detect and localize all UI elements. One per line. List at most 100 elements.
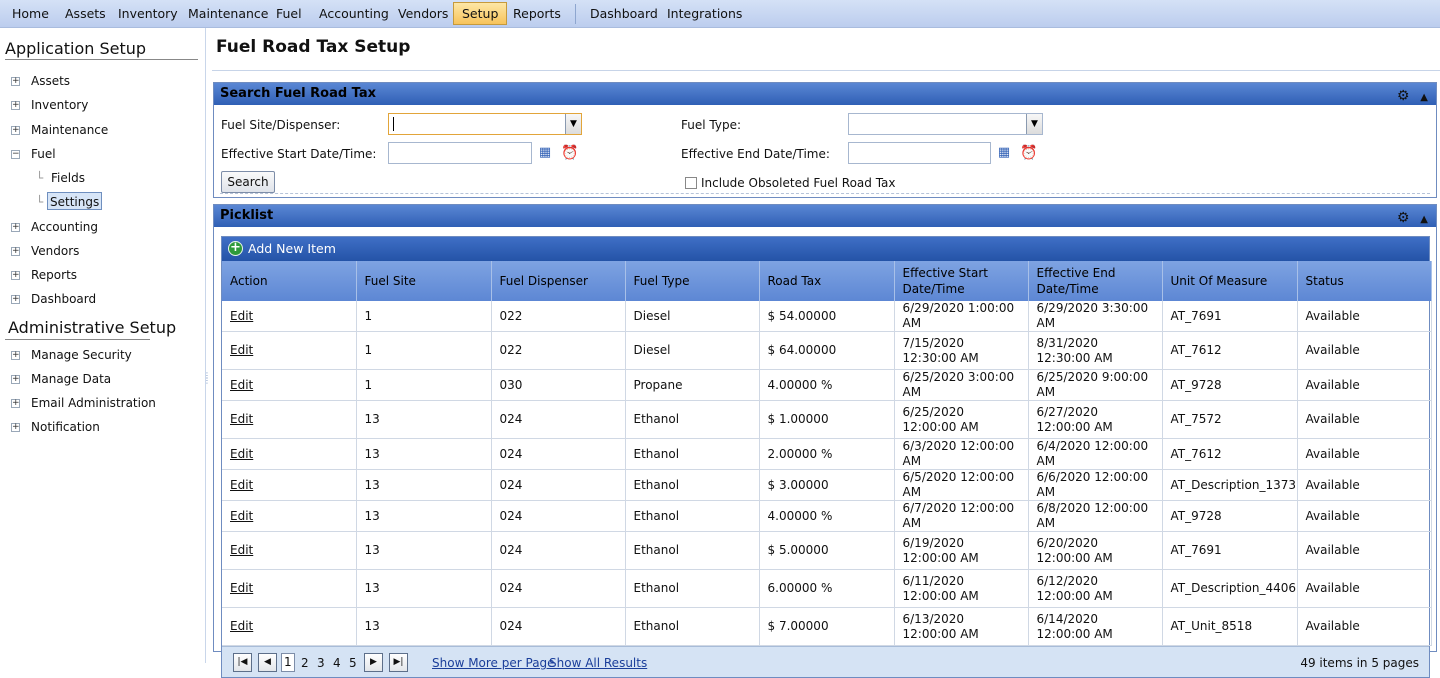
tree-item-notification[interactable]: Notification [31, 418, 100, 436]
menu-inventory[interactable]: Inventory [118, 3, 178, 25]
start-date-label: Effective Start Date/Time: [221, 147, 377, 161]
edit-link[interactable]: Edit [230, 343, 253, 357]
action-cell: Edit [222, 569, 357, 608]
tree-item-fuel[interactable]: Fuel [31, 145, 56, 163]
tree-item-manage-security[interactable]: Manage Security [31, 346, 132, 364]
expand-icon[interactable]: + [11, 271, 20, 280]
road-tax-cell: $ 54.00000 [759, 301, 895, 332]
search-panel: Search Fuel Road Tax ⚙ ▲ Fuel Site/Dispe… [213, 82, 1437, 198]
edit-link[interactable]: Edit [230, 581, 253, 595]
tree-item-manage-data[interactable]: Manage Data [31, 370, 111, 388]
clock-icon[interactable]: ⏰ [561, 145, 578, 161]
tree-item-reports[interactable]: Reports [31, 266, 77, 284]
road-tax-cell: 2.00000 % [759, 438, 895, 470]
splitter-handle[interactable]: ⋮ ⋮ [203, 372, 211, 393]
end-date-cell: 6/29/2020 3:30:00 AM [1028, 301, 1163, 332]
column-header[interactable]: Unit Of Measure [1162, 261, 1298, 301]
search-panel-title: Search Fuel Road Tax [220, 86, 377, 101]
expand-icon[interactable]: + [11, 351, 20, 360]
column-header[interactable]: Effective End Date/Time [1028, 261, 1163, 301]
unit-of-measure-cell: AT_7691 [1162, 531, 1298, 570]
add-new-item-label[interactable]: Add New Item [248, 241, 336, 256]
dropdown-arrow-icon[interactable]: ▼ [1026, 114, 1042, 134]
tree-item-email-administration[interactable]: Email Administration [31, 394, 156, 412]
menu-fuel[interactable]: Fuel [276, 3, 302, 25]
tree-item-settings[interactable]: Settings [47, 192, 103, 210]
clock-icon[interactable]: ⏰ [1020, 145, 1037, 161]
edit-link[interactable]: Edit [230, 378, 253, 392]
edit-link[interactable]: Edit [230, 447, 253, 461]
add-icon[interactable]: + [228, 241, 243, 256]
show-more-per-page-link[interactable]: Show More per Page [432, 656, 555, 670]
fuel-dispenser-cell: 030 [491, 369, 626, 401]
end-date-cell: 6/25/2020 9:00:00 AM [1028, 369, 1163, 401]
calendar-icon[interactable]: ▦ [537, 145, 553, 161]
menu-reports[interactable]: Reports [513, 3, 561, 25]
menu-maintenance[interactable]: Maintenance [188, 3, 269, 25]
expand-icon[interactable]: + [11, 423, 20, 432]
menu-accounting[interactable]: Accounting [319, 3, 389, 25]
expand-icon[interactable]: + [11, 101, 20, 110]
tree-item-inventory[interactable]: Inventory [31, 96, 88, 114]
fuel-dispenser-cell: 022 [491, 301, 626, 332]
column-header[interactable]: Status [1297, 261, 1432, 301]
start-date-input[interactable] [388, 142, 532, 164]
column-header[interactable]: Fuel Dispenser [491, 261, 626, 301]
edit-link[interactable]: Edit [230, 619, 253, 633]
edit-link[interactable]: Edit [230, 543, 253, 557]
page-number[interactable]: 3 [317, 656, 325, 670]
edit-link[interactable]: Edit [230, 509, 253, 523]
page-number[interactable]: 2 [301, 656, 309, 670]
show-all-results-link[interactable]: Show All Results [549, 656, 647, 670]
gear-icon[interactable]: ⚙ [1397, 88, 1410, 104]
fuel-dispenser-cell: 024 [491, 438, 626, 470]
menu-assets[interactable]: Assets [65, 3, 106, 25]
page-number[interactable]: 4 [333, 656, 341, 670]
dropdown-arrow-icon[interactable]: ▼ [565, 114, 581, 134]
tree-item-vendors[interactable]: Vendors [31, 242, 79, 260]
edit-link[interactable]: Edit [230, 478, 253, 492]
page-number[interactable]: 5 [349, 656, 357, 670]
expand-icon[interactable]: + [11, 295, 20, 304]
fuel-type-label: Fuel Type: [681, 118, 741, 132]
menu-setup[interactable]: Setup [453, 2, 508, 25]
tree-item-assets[interactable]: Assets [31, 72, 70, 90]
start-date-cell: 6/11/2020 12:00:00 AM [894, 569, 1029, 608]
expand-icon[interactable]: + [11, 247, 20, 256]
tree-item-accounting[interactable]: Accounting [31, 218, 98, 236]
add-new-item-bar[interactable]: + Add New Item [222, 237, 1429, 261]
menu-vendors[interactable]: Vendors [398, 3, 448, 25]
end-date-input[interactable] [848, 142, 991, 164]
expand-icon[interactable]: + [11, 126, 20, 135]
fuel-site-combo[interactable]: ▼ [388, 113, 582, 135]
column-header[interactable]: Fuel Type [625, 261, 760, 301]
start-date-cell: 6/13/2020 12:00:00 AM [894, 607, 1029, 646]
menu-integrations[interactable]: Integrations [667, 3, 742, 25]
column-header[interactable]: Road Tax [759, 261, 895, 301]
collapse-icon[interactable]: ▲ [1420, 214, 1428, 225]
tree-item-dashboard[interactable]: Dashboard [31, 290, 96, 308]
menu-dashboard[interactable]: Dashboard [590, 3, 658, 25]
end-date-cell: 6/6/2020 12:00:00 AM [1028, 469, 1163, 501]
gear-icon[interactable]: ⚙ [1397, 210, 1410, 226]
expand-icon[interactable]: + [11, 375, 20, 384]
expand-icon[interactable]: + [11, 223, 20, 232]
title-divider [212, 70, 1440, 71]
tree-item-maintenance[interactable]: Maintenance [31, 121, 108, 139]
tree-item-fields[interactable]: Fields [51, 169, 85, 187]
column-header[interactable]: Action [222, 261, 357, 301]
calendar-icon[interactable]: ▦ [996, 145, 1012, 161]
picklist-panel: Picklist ⚙ ▲ + Add New Item Action Fuel … [213, 204, 1437, 678]
search-button[interactable]: Search [221, 171, 275, 193]
edit-link[interactable]: Edit [230, 309, 253, 323]
expand-icon[interactable]: + [11, 77, 20, 86]
menu-home[interactable]: Home [12, 3, 49, 25]
column-header[interactable]: Effective Start Date/Time [894, 261, 1029, 301]
edit-link[interactable]: Edit [230, 412, 253, 426]
include-obsoleted-checkbox[interactable] [685, 177, 697, 189]
collapse-icon[interactable]: − [11, 150, 20, 159]
collapse-icon[interactable]: ▲ [1420, 92, 1428, 103]
column-header[interactable]: Fuel Site [356, 261, 492, 301]
expand-icon[interactable]: + [11, 399, 20, 408]
fuel-type-combo[interactable]: ▼ [848, 113, 1043, 135]
